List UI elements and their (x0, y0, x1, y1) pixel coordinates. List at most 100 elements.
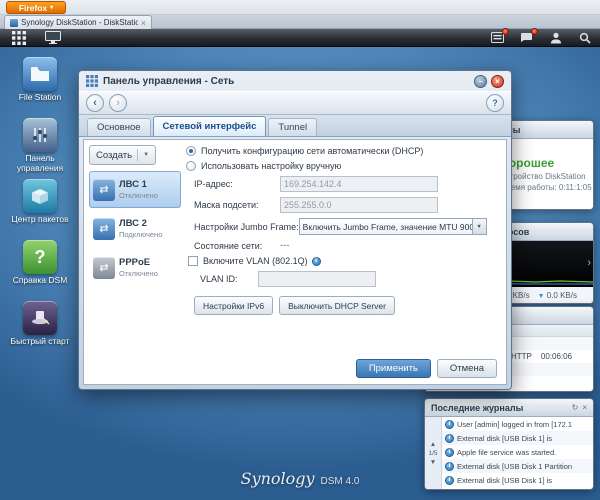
back-button[interactable]: ‹ (86, 94, 104, 112)
background-tasks-icon[interactable] (490, 28, 509, 44)
search-glyph-icon (579, 32, 591, 44)
interface-item-lan2[interactable]: ⇄ ЛВС 2 Подключено (89, 210, 181, 247)
jumbo-frame-label: Настройки Jumbo Frame: (194, 221, 299, 232)
info-icon: i (445, 475, 454, 485)
main-menu-icon (12, 30, 26, 45)
info-icon: i (445, 433, 454, 443)
log-text: Apple file service was started. (457, 447, 557, 457)
pilot-view-button[interactable] (42, 31, 64, 45)
window-title: Панель управления - Сеть (103, 75, 235, 87)
cancel-button[interactable]: Отмена (436, 359, 497, 378)
vlan-checkbox-label: Включите VLAN (802.1Q) (203, 256, 308, 266)
health-uptime-text: Время работы: 0:11:1:05 (501, 183, 592, 192)
create-button[interactable]: Создать ▼ (89, 145, 157, 165)
desktop-icon-quick-start[interactable]: Быстрый старт (6, 301, 74, 362)
ipv6-settings-button[interactable]: Настройки IPv6 (194, 296, 274, 315)
firefox-menu-label: Firefox (18, 2, 48, 13)
info-icon: i (445, 419, 454, 429)
network-status-label: Состояние сети: (194, 240, 263, 251)
user-glyph-icon (550, 32, 561, 43)
interface-status: Отключено (119, 268, 158, 278)
interface-name: PPPoE (119, 257, 151, 269)
desktop-icon-label: Панель управления (16, 153, 64, 173)
log-row[interactable]: i External disk [USB Disk 1 Partition (442, 459, 593, 473)
logs-pager: ▲ 1/5 ▼ (425, 417, 442, 489)
log-text: External disk [USB Disk 1 Partition (457, 461, 573, 471)
window-titlebar[interactable]: Панель управления - Сеть – × (79, 71, 511, 91)
info-icon: i (445, 461, 454, 471)
package-center-icon (23, 179, 57, 213)
interface-item-pppoe[interactable]: ⇄ PPPoE Отключено (89, 249, 181, 286)
interface-item-lan1[interactable]: ⇄ ЛВС 1 Отключено (89, 171, 181, 208)
desktop-icon-file-station[interactable]: File Station (6, 57, 74, 118)
vlan-id-field[interactable] (258, 271, 376, 287)
tab-general[interactable]: Основное (87, 118, 151, 136)
tab-close-icon[interactable]: × (141, 18, 146, 27)
quick-start-icon (23, 301, 57, 335)
close-button[interactable]: × (491, 74, 504, 88)
interface-name: ЛВС 1 (119, 179, 147, 191)
vlan-row: Включите VLAN (802.1Q) i (184, 256, 500, 266)
log-row[interactable]: i User [admin] logged in from [172.1 (442, 417, 593, 431)
jumbo-frame-value: Включить Jumbo Frame, значение MTU 9000 (302, 221, 472, 232)
pager-up-icon[interactable]: ▲ (430, 441, 436, 448)
dhcp-server-button[interactable]: Выключить DHCP Server (279, 296, 395, 315)
jumbo-frame-select[interactable]: Включить Jumbo Frame, значение MTU 9000 … (298, 218, 487, 235)
manual-radio[interactable] (186, 161, 196, 171)
graph-next-icon[interactable]: › (587, 257, 591, 269)
desktop-icon-package-center[interactable]: Центр пакетов (6, 179, 74, 240)
ip-field[interactable] (280, 176, 438, 192)
notifications-icon[interactable] (519, 28, 538, 44)
desktop-icon-dsm-help[interactable]: ? Справка DSM (6, 240, 74, 301)
health-info: Хорошее Устройство DiskStation Время раб… (501, 156, 592, 192)
network-form: Получить конфигурацию сети автоматически… (184, 146, 500, 320)
interface-list: ⇄ ЛВС 1 Отключено ⇄ ЛВС 2 Подключено ⇄ P… (89, 171, 181, 288)
widget-close-icon[interactable]: × (582, 403, 587, 412)
browser-tabbar: Synology DiskStation - DiskStation × (0, 15, 600, 29)
desktop-icon-label: Быстрый старт (10, 336, 70, 346)
dhcp-radio[interactable] (186, 146, 196, 156)
main-menu-button[interactable] (8, 30, 30, 45)
connection-time: 00:06:06 (540, 352, 573, 361)
refresh-icon[interactable]: ↻ (572, 403, 579, 412)
subnet-mask-field[interactable] (280, 197, 438, 213)
log-text: External disk [USB Disk 1] is (457, 433, 553, 443)
info-icon: i (445, 447, 454, 457)
minimize-button[interactable]: – (474, 74, 487, 88)
firefox-menu-button[interactable]: Firefox ▾ (6, 1, 66, 14)
button-divider (137, 149, 139, 161)
window-icon (86, 75, 98, 87)
window-controls: – × (474, 74, 504, 88)
ip-label: IP-адрес: (194, 179, 233, 189)
user-icon[interactable] (548, 31, 563, 44)
forward-button[interactable]: › (109, 94, 127, 112)
dsm-version: DSM 4.0 (320, 476, 360, 487)
window-toolbar: ‹ › ? (79, 91, 511, 115)
file-station-icon (23, 57, 57, 91)
desktop-icon-control-panel[interactable]: Панель управления (6, 118, 74, 179)
search-icon[interactable] (577, 31, 592, 44)
connection-service: HTTP (511, 352, 532, 361)
tab-network-interface[interactable]: Сетевой интерфейс (152, 116, 267, 136)
tab-tunnel[interactable]: Tunnel (268, 118, 318, 136)
jumbo-frame-row: Настройки Jumbo Frame: Включить Jumbo Fr… (184, 218, 500, 235)
health-device-text: Устройство DiskStation (501, 172, 586, 181)
interface-status: Подключено (119, 229, 163, 239)
browser-tab[interactable]: Synology DiskStation - DiskStation × (4, 15, 152, 29)
log-row[interactable]: i External disk [USB Disk 1] is (442, 473, 593, 487)
log-row[interactable]: i Apple file service was started. (442, 445, 593, 459)
vlan-checkbox[interactable] (188, 256, 198, 266)
synology-logo: Synology (240, 469, 315, 488)
dsm-help-icon: ? (23, 240, 57, 274)
info-icon[interactable]: i (311, 256, 321, 266)
help-button[interactable]: ? (486, 94, 504, 112)
notifications-badge (531, 28, 538, 35)
dialog-actions: Применить Отмена (355, 359, 497, 378)
window-content: Создать ▼ ⇄ ЛВС 1 Отключено ⇄ ЛВС 2 Подк (83, 139, 507, 385)
pager-down-icon[interactable]: ▼ (430, 459, 436, 466)
interface-status: Отключено (119, 190, 158, 200)
log-row[interactable]: i External disk [USB Disk 1] is (442, 431, 593, 445)
apply-button[interactable]: Применить (355, 359, 431, 378)
widget-logs-header[interactable]: Последние журналы ↻ × (425, 399, 593, 417)
pager-page: 1/5 (428, 449, 438, 457)
